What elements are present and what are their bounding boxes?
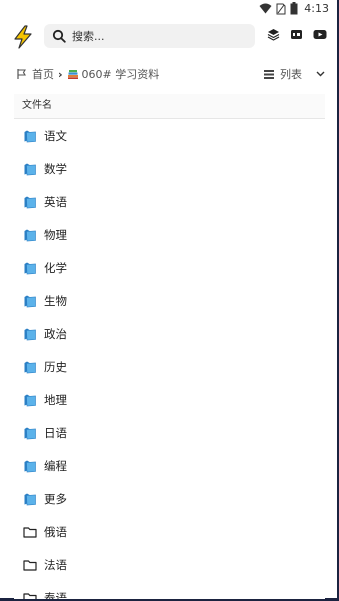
file-name: 生物: [44, 293, 67, 308]
books-icon: [67, 70, 78, 79]
file-name: 法语: [44, 557, 67, 572]
list-item[interactable]: 英语: [14, 185, 325, 218]
chevron-right-icon: ›: [58, 67, 63, 81]
list-item[interactable]: 日语: [14, 416, 325, 449]
folder-filled-icon: [24, 130, 36, 142]
list-view-icon: [264, 69, 274, 79]
breadcrumb: 首页 › 060# 学习资料: [16, 66, 159, 82]
status-bar: 4:13: [0, 0, 337, 20]
folder-filled-icon: [24, 328, 36, 340]
file-name: 编程: [44, 458, 67, 473]
folder-filled-icon: [24, 196, 36, 208]
list-item[interactable]: 编程: [14, 449, 325, 482]
folder-filled-icon: [24, 295, 36, 307]
file-name: 泰语: [44, 590, 67, 600]
breadcrumb-bar: 首页 › 060# 学习资料 列表: [0, 66, 337, 84]
chevron-down-icon: [316, 71, 325, 77]
file-list-header[interactable]: 文件名: [14, 94, 325, 119]
sim-no-signal-icon: [276, 3, 286, 14]
folder-filled-icon: [24, 427, 36, 439]
list-item[interactable]: 更多: [14, 482, 325, 515]
lightning-logo-icon[interactable]: [12, 25, 34, 49]
view-toggle-label: 列表: [280, 68, 302, 81]
file-name: 更多: [44, 491, 67, 506]
top-bar: [0, 22, 337, 52]
flag-icon: [17, 69, 26, 79]
file-name: 化学: [44, 260, 67, 275]
list-item[interactable]: 生物: [14, 284, 325, 317]
view-toggle[interactable]: 列表: [264, 66, 325, 82]
file-name: 数学: [44, 161, 67, 176]
top-actions: [267, 28, 327, 41]
file-name: 俄语: [44, 524, 67, 539]
file-name: 地理: [44, 392, 67, 407]
search-box[interactable]: [44, 24, 255, 48]
search-icon: [52, 29, 66, 43]
file-list: 语文数学英语物理化学生物政治历史地理日语编程更多俄语法语泰语: [14, 119, 325, 599]
breadcrumb-current[interactable]: 060# 学习资料: [82, 66, 160, 82]
folder-outline-icon: [23, 592, 37, 599]
file-name: 英语: [44, 194, 67, 209]
layers-icon[interactable]: [267, 28, 280, 41]
list-item[interactable]: 语文: [14, 119, 325, 152]
file-panel: 文件名 语文数学英语物理化学生物政治历史地理日语编程更多俄语法语泰语: [14, 94, 325, 599]
list-item[interactable]: 法语: [14, 548, 325, 581]
status-time: 4:13: [304, 2, 329, 15]
folder-outline-icon: [23, 559, 37, 571]
file-name: 政治: [44, 326, 67, 341]
folder-filled-icon: [24, 163, 36, 175]
list-item[interactable]: 化学: [14, 251, 325, 284]
breadcrumb-home[interactable]: 首页: [32, 66, 54, 82]
list-item[interactable]: 政治: [14, 317, 325, 350]
folder-filled-icon: [24, 493, 36, 505]
status-icons: 4:13: [259, 2, 329, 15]
file-name: 物理: [44, 227, 67, 242]
list-item[interactable]: 俄语: [14, 515, 325, 548]
wifi-icon: [259, 3, 272, 14]
file-name: 日语: [44, 425, 67, 440]
file-name: 历史: [44, 359, 67, 374]
folder-filled-icon: [24, 229, 36, 241]
folder-filled-icon: [24, 394, 36, 406]
list-item[interactable]: 泰语: [14, 581, 325, 599]
file-name: 语文: [44, 128, 67, 143]
list-item[interactable]: 物理: [14, 218, 325, 251]
media-box-icon[interactable]: [290, 28, 303, 41]
search-input[interactable]: [72, 29, 242, 43]
folder-outline-icon: [23, 526, 37, 538]
list-item[interactable]: 地理: [14, 383, 325, 416]
list-item[interactable]: 数学: [14, 152, 325, 185]
folder-filled-icon: [24, 460, 36, 472]
youtube-icon[interactable]: [313, 28, 327, 41]
battery-icon: [290, 2, 298, 15]
list-item[interactable]: 历史: [14, 350, 325, 383]
folder-filled-icon: [24, 361, 36, 373]
folder-filled-icon: [24, 262, 36, 274]
